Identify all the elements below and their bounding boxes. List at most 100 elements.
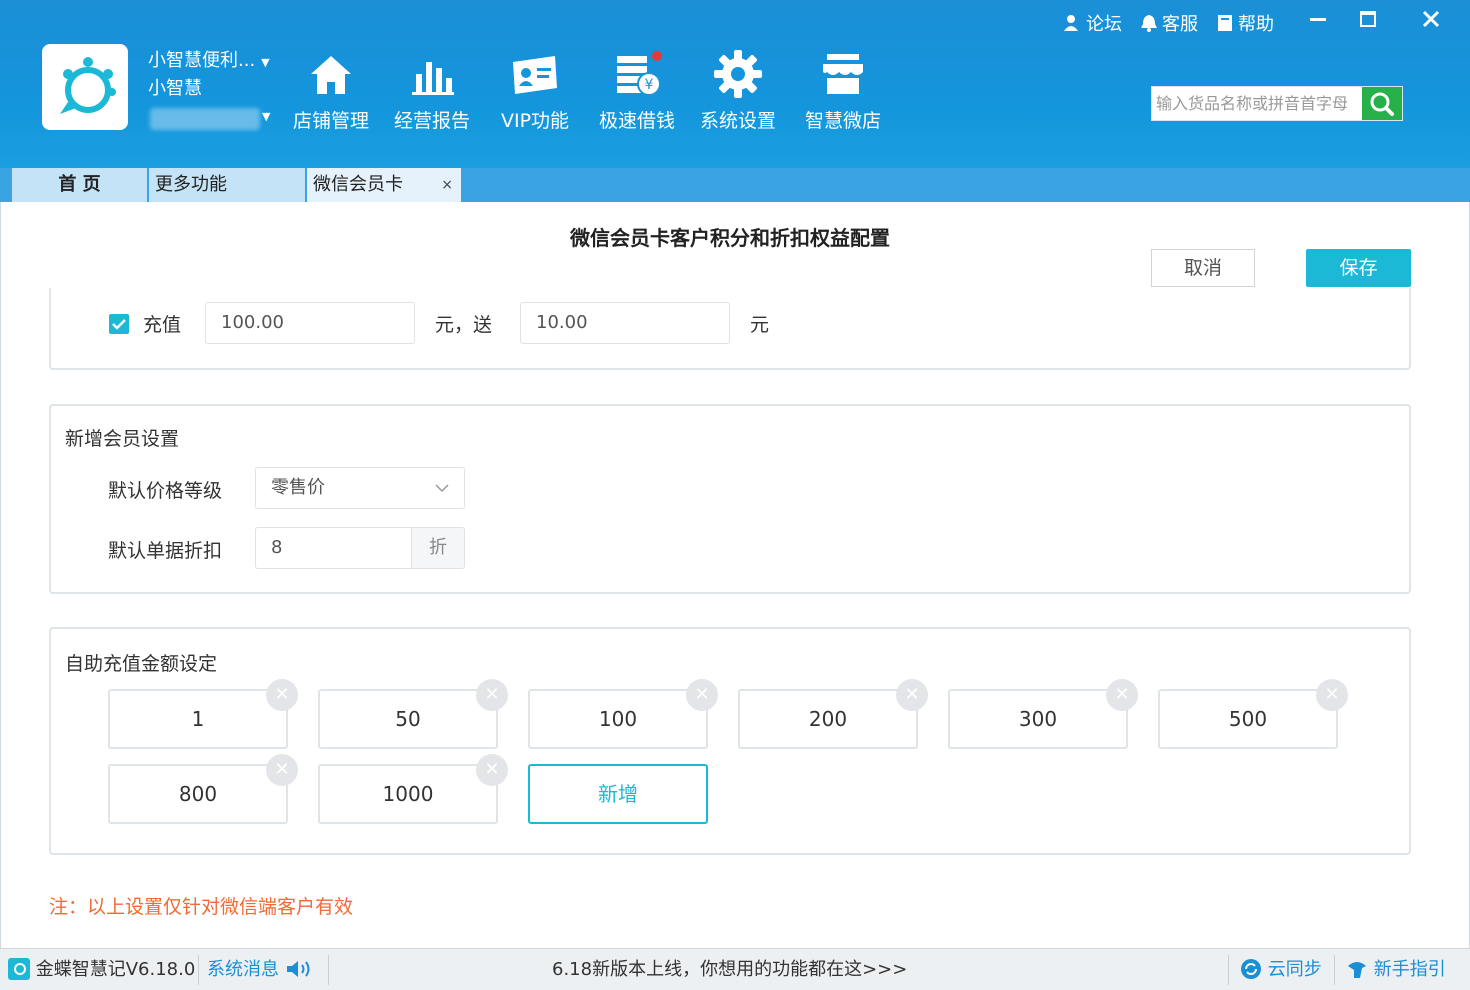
- remove-amount-icon[interactable]: ✕: [476, 754, 508, 786]
- amount-chip[interactable]: 300: [948, 689, 1128, 749]
- amount-chip[interactable]: 200: [738, 689, 918, 749]
- amount-chip[interactable]: 800: [108, 764, 288, 824]
- remove-amount-icon[interactable]: ✕: [896, 679, 928, 711]
- nav-system-settings[interactable]: 系统设置: [688, 44, 788, 144]
- new-member-title: 新增会员设置: [65, 428, 180, 450]
- tab-wechat-label: 微信会员卡: [313, 174, 403, 195]
- help-label: 帮助: [1238, 14, 1274, 35]
- add-amount-button[interactable]: 新增: [528, 764, 708, 824]
- status-bar: 金蝶智慧记V6.18.0 系统消息 6.18新版本上线，你想用的功能都在这>>>…: [0, 948, 1470, 990]
- speaker-icon: [286, 961, 310, 977]
- remove-amount-icon[interactable]: ✕: [476, 679, 508, 711]
- store-name: 小智慧便利...: [148, 50, 256, 71]
- close-window-button[interactable]: [1413, 6, 1449, 38]
- amount-chip[interactable]: 50: [318, 689, 498, 749]
- nav-label: 经营报告: [393, 110, 470, 132]
- recharge-bonus-panel: 充值 100.00 元，送 10.00 元: [49, 288, 1411, 370]
- system-messages[interactable]: 系统消息: [207, 949, 315, 990]
- nav-business-report[interactable]: 经营报告: [382, 44, 482, 144]
- nav-label: 系统设置: [699, 110, 776, 132]
- amount-chip[interactable]: 100: [528, 689, 708, 749]
- tab-home-label: 首 页: [58, 174, 101, 195]
- status-divider: [198, 955, 199, 985]
- bar-chart-icon: [412, 62, 454, 95]
- remove-amount-icon[interactable]: ✕: [266, 679, 298, 711]
- maximize-button[interactable]: [1350, 6, 1386, 38]
- user-name: 小智慧: [148, 78, 202, 99]
- version-info: 金蝶智慧记V6.18.0: [8, 949, 195, 990]
- recharge-bonus-input[interactable]: 10.00: [520, 302, 730, 344]
- amount-chip[interactable]: 500: [1158, 689, 1338, 749]
- new-member-panel: 新增会员设置 默认价格等级 零售价 默认单据折扣 8 折: [49, 404, 1411, 594]
- app-logo: [42, 44, 128, 130]
- status-divider: [1334, 955, 1335, 985]
- recharge-label: 充值: [143, 314, 182, 336]
- beginner-guide-button[interactable]: 新手指引: [1346, 949, 1446, 990]
- nav-label: 智慧微店: [804, 110, 881, 132]
- remove-amount-icon[interactable]: ✕: [1106, 679, 1138, 711]
- announcement-link[interactable]: 6.18新版本上线，你想用的功能都在这>>>: [552, 949, 907, 990]
- amount-chip[interactable]: 1000: [318, 764, 498, 824]
- search-box: [1151, 86, 1403, 121]
- recharge-checkbox[interactable]: [109, 314, 129, 334]
- app-small-logo-icon: [8, 958, 30, 980]
- bell-icon: [1141, 15, 1157, 32]
- minimize-button[interactable]: [1300, 6, 1336, 38]
- service-link[interactable]: 客服: [1140, 10, 1198, 36]
- nav-vip[interactable]: VIP功能: [485, 44, 585, 144]
- tab-bar: 首 页 更多功能 微信会员卡 ×: [0, 168, 1470, 202]
- nav-label: 极速借钱: [598, 110, 675, 132]
- nav-smart-shop[interactable]: 智慧微店: [793, 44, 893, 144]
- nav-store-management[interactable]: 店铺管理: [281, 44, 381, 144]
- app-header: 小智慧便利... ▼ 小智慧 ▼ 店铺管理 经营报告 VIP功能 ¥ 极速借钱 …: [0, 0, 1470, 168]
- account-caret-icon[interactable]: ▼: [262, 110, 270, 123]
- home-icon: [311, 56, 351, 94]
- save-button[interactable]: 保存: [1306, 249, 1411, 287]
- tab-more-functions[interactable]: 更多功能: [149, 168, 307, 202]
- recharge-unit: 元: [750, 314, 770, 336]
- price-level-select[interactable]: 零售价: [255, 467, 465, 509]
- search-icon: [1370, 92, 1394, 116]
- discount-input[interactable]: 8: [255, 527, 413, 569]
- search-button[interactable]: [1362, 87, 1402, 120]
- remove-amount-icon[interactable]: ✕: [266, 754, 298, 786]
- nav-quick-loan[interactable]: ¥ 极速借钱: [587, 44, 687, 144]
- chevron-down-icon: [435, 484, 449, 493]
- cloud-sync-button[interactable]: 云同步: [1240, 949, 1322, 990]
- remove-amount-icon[interactable]: ✕: [1316, 679, 1348, 711]
- store-selector[interactable]: 小智慧便利... ▼: [148, 46, 270, 72]
- nav-label: 店铺管理: [292, 110, 369, 132]
- main-content: 微信会员卡客户积分和折扣权益配置 取消 保存 充值 100.00 元，送 10.…: [0, 202, 1470, 948]
- beginner-guide-label: 新手指引: [1373, 959, 1446, 980]
- nav-label: VIP功能: [500, 110, 570, 132]
- tab-home[interactable]: 首 页: [12, 168, 149, 202]
- version-text: 金蝶智慧记V6.18.0: [35, 959, 196, 980]
- service-label: 客服: [1162, 14, 1198, 35]
- status-divider: [328, 955, 329, 985]
- tab-more-label: 更多功能: [155, 174, 227, 195]
- forum-link[interactable]: 论坛: [1062, 10, 1122, 36]
- self-recharge-title: 自助充值金额设定: [65, 653, 218, 675]
- minimize-icon: [1310, 18, 1326, 21]
- svg-text:¥: ¥: [645, 77, 654, 93]
- caret-down-icon: ▼: [261, 56, 270, 69]
- top-links: 论坛 客服 帮助: [1062, 10, 1274, 36]
- check-icon: [112, 319, 126, 330]
- self-recharge-panel: 自助充值金额设定 1 ✕ 50 ✕ 100 ✕ 200 ✕ 300 ✕ 500 …: [49, 627, 1411, 855]
- loan-icon: ¥: [617, 51, 662, 96]
- close-icon: [1422, 10, 1440, 28]
- amount-chip[interactable]: 1: [108, 689, 288, 749]
- help-link[interactable]: 帮助: [1216, 10, 1274, 36]
- remove-amount-icon[interactable]: ✕: [686, 679, 718, 711]
- search-input[interactable]: [1152, 87, 1364, 120]
- cloud-sync-label: 云同步: [1267, 959, 1322, 980]
- logo-bulb-icon: [60, 57, 116, 114]
- price-level-value: 零售价: [271, 477, 325, 498]
- recharge-amount-input[interactable]: 100.00: [205, 302, 415, 344]
- cancel-button[interactable]: 取消: [1151, 249, 1255, 287]
- tab-wechat-member-card[interactable]: 微信会员卡 ×: [307, 168, 463, 202]
- status-divider: [1228, 955, 1229, 985]
- shop-icon: [823, 54, 863, 94]
- system-messages-label: 系统消息: [207, 959, 279, 980]
- tab-close-icon[interactable]: ×: [441, 168, 453, 202]
